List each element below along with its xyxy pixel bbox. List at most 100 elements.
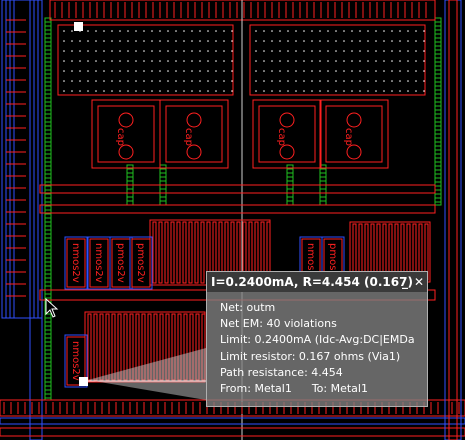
device-block-ul-dot [199, 30, 201, 32]
device-block-ur-dot [319, 80, 321, 82]
device-block-ur-dot [399, 90, 401, 92]
device-block-ul-dot [183, 60, 185, 62]
device-block-ur-dot [375, 70, 377, 72]
device-block-ul-dot [119, 60, 121, 62]
device-block-ur-dot [359, 40, 361, 42]
device-block-ur-dot [255, 30, 257, 32]
device-block-ur-dot [311, 60, 313, 62]
device-block-ur-dot [415, 40, 417, 42]
minimize-icon[interactable]: _ [402, 272, 408, 292]
device-block-ur-dot [263, 70, 265, 72]
device-block-ur-dot [319, 40, 321, 42]
capacitor-3-label: cap [276, 128, 287, 146]
device-block-ur-dot [271, 40, 273, 42]
device-block-ul-dot [223, 40, 225, 42]
device-block-ul-dot [103, 80, 105, 82]
device-block-ur-dot [303, 80, 305, 82]
device-block-ur-dot [271, 30, 273, 32]
device-block-ul-dot [159, 60, 161, 62]
device-block-ul-dot [111, 70, 113, 72]
device-block-ur-dot [383, 90, 385, 92]
device-block-ul-dot [151, 40, 153, 42]
device-block-ur-dot [423, 30, 425, 32]
device-block-ul-dot [215, 80, 217, 82]
device-block-ur-dot [271, 50, 273, 52]
device-block-ul-dot [71, 80, 73, 82]
close-icon[interactable]: ✕ [414, 272, 424, 292]
device-block-ur-dot [343, 40, 345, 42]
device-block-ul-dot [143, 80, 145, 82]
device-block-ur-dot [383, 40, 385, 42]
device-block-ur-dot [391, 80, 393, 82]
device-block-ur-dot [343, 50, 345, 52]
device-block-ul-dot [207, 60, 209, 62]
device-block-ul-dot [135, 50, 137, 52]
device-block-ur-dot [375, 50, 377, 52]
device-block-ur-dot [303, 30, 305, 32]
device-block-ur-dot [375, 40, 377, 42]
device-block-ul-dot [87, 40, 89, 42]
device-block-ur-dot [327, 50, 329, 52]
device-block-ul-dot [159, 30, 161, 32]
device-block-ur-dot [351, 30, 353, 32]
device-block-ur-dot [303, 90, 305, 92]
device-block-ul-dot [231, 40, 233, 42]
device-block-ul-dot [207, 90, 209, 92]
device-block-ul-dot [135, 90, 137, 92]
device-block-ur-dot [407, 50, 409, 52]
device-block-ur-dot [415, 80, 417, 82]
device-block-ul-dot [223, 90, 225, 92]
device-block-ul-dot [103, 40, 105, 42]
device-block-ur-dot [295, 40, 297, 42]
device-block-ur-dot [279, 40, 281, 42]
device-block-ur-dot [391, 60, 393, 62]
device-block-ur-dot [319, 30, 321, 32]
device-block-ur-dot [303, 70, 305, 72]
device-block-ul-dot [87, 80, 89, 82]
device-block-ur-dot [351, 70, 353, 72]
device-block-ul-dot [103, 50, 105, 52]
device-block-ul-dot [135, 60, 137, 62]
device-block-ur-dot [399, 70, 401, 72]
device-block-ur-dot [407, 90, 409, 92]
device-block-ul-dot [127, 60, 129, 62]
probe-point-marker[interactable] [79, 377, 88, 386]
device-block-ur-dot [423, 90, 425, 92]
device-block-ul-dot [175, 50, 177, 52]
device-block-ur-dot [351, 40, 353, 42]
device-block-ur-dot [407, 80, 409, 82]
current-limit: Limit: 0.2400mA (Idc-Avg:DC|EMDa [220, 333, 415, 347]
device-block-ul-dot [159, 40, 161, 42]
device-block-ul-dot [175, 40, 177, 42]
device-block-ur-dot [359, 30, 361, 32]
device-block-ur-dot [327, 80, 329, 82]
device-block-ul-dot [127, 40, 129, 42]
device-block-ur-dot [263, 60, 265, 62]
device-block-ul-dot [63, 80, 65, 82]
device-block-ur-dot [343, 70, 345, 72]
device-block-ul-dot [159, 70, 161, 72]
device-block-ul-dot [215, 50, 217, 52]
selection-marker[interactable] [74, 22, 83, 31]
device-block-ur-dot [335, 70, 337, 72]
device-block-ur-dot [383, 50, 385, 52]
device-block-ul-dot [143, 60, 145, 62]
device-block-ur-dot [399, 60, 401, 62]
device-block-ur-dot [295, 50, 297, 52]
device-block-ur-dot [375, 80, 377, 82]
device-block-ur-dot [263, 50, 265, 52]
em-violation-tooltip[interactable]: I=0.2400mA, R=4.454 (0.167) _ ✕ Net: out… [206, 271, 428, 407]
device-block-ul-dot [215, 70, 217, 72]
device-block-ur-dot [271, 80, 273, 82]
device-block-ul-dot [103, 30, 105, 32]
device-block-ul-dot [207, 30, 209, 32]
device-block-ur-dot [407, 30, 409, 32]
mouse-pointer-icon [45, 298, 59, 318]
device-block-ul-dot [63, 30, 65, 32]
device-block-ul-dot [223, 30, 225, 32]
device-block-ul-dot [151, 90, 153, 92]
device-block-ul-dot [167, 80, 169, 82]
device-block-ur-dot [279, 90, 281, 92]
device-block-ur-dot [279, 50, 281, 52]
device-block-ul-dot [183, 30, 185, 32]
